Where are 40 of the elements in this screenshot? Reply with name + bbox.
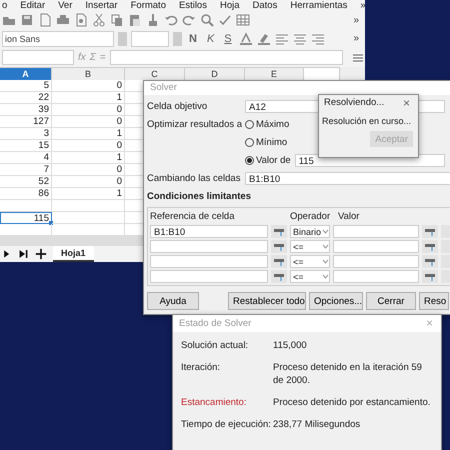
table-cell: 15	[0, 140, 52, 152]
table-cell: 115	[0, 212, 52, 224]
table-cell: 1	[52, 128, 125, 140]
column-header: Operador	[290, 211, 332, 222]
table-cell: 7	[0, 164, 52, 176]
status-label: Iteración:	[181, 361, 222, 374]
table-cell: 22	[0, 92, 52, 104]
field-label: Celda objetivo	[147, 101, 208, 112]
table-cell: 0	[52, 140, 125, 152]
field-label: Cambiando las celdas	[147, 173, 242, 184]
dialog-title: Estado de Solver	[179, 317, 252, 331]
column-header: Referencia de celda	[150, 211, 236, 222]
table-cell: 0	[52, 116, 125, 128]
table-cell: 4	[0, 152, 52, 164]
status-value: 115,000	[273, 339, 308, 352]
dialog-title: Solver	[150, 81, 177, 95]
table-cell: 0	[52, 104, 125, 116]
status-label: Solución actual:	[181, 339, 250, 352]
dialog-title: Resolviendo...	[324, 96, 384, 110]
table-cell: 3	[0, 128, 52, 140]
status-value: 238,77 Milisegundos	[273, 418, 362, 431]
status-label: Estancamiento:	[181, 396, 248, 409]
table-cell: 1	[52, 188, 125, 200]
field-label: Optimizar resultados a	[147, 119, 244, 130]
table-cell: 1	[52, 152, 125, 164]
status-value: Proceso detenido por estancamiento.	[273, 396, 432, 409]
table-cell: 5	[0, 80, 52, 92]
table-cell: 0	[52, 176, 125, 188]
table-cell: 127	[0, 116, 52, 128]
status-value: Proceso detenido en la iteración 59 de 2000.	[273, 361, 423, 387]
table-cell: 86	[0, 188, 52, 200]
column-header: Valor	[338, 211, 360, 222]
progress-message: Resolución en curso...	[322, 116, 412, 126]
table-cell: 1	[52, 92, 125, 104]
table-cell: 39	[0, 104, 52, 116]
status-label: Tiempo de ejecución:	[181, 418, 272, 431]
table-cell: 0	[52, 164, 125, 176]
table-cell: 52	[0, 176, 52, 188]
table-cell: 0	[52, 80, 125, 92]
section-heading: Condiciones limitantes	[147, 191, 251, 202]
